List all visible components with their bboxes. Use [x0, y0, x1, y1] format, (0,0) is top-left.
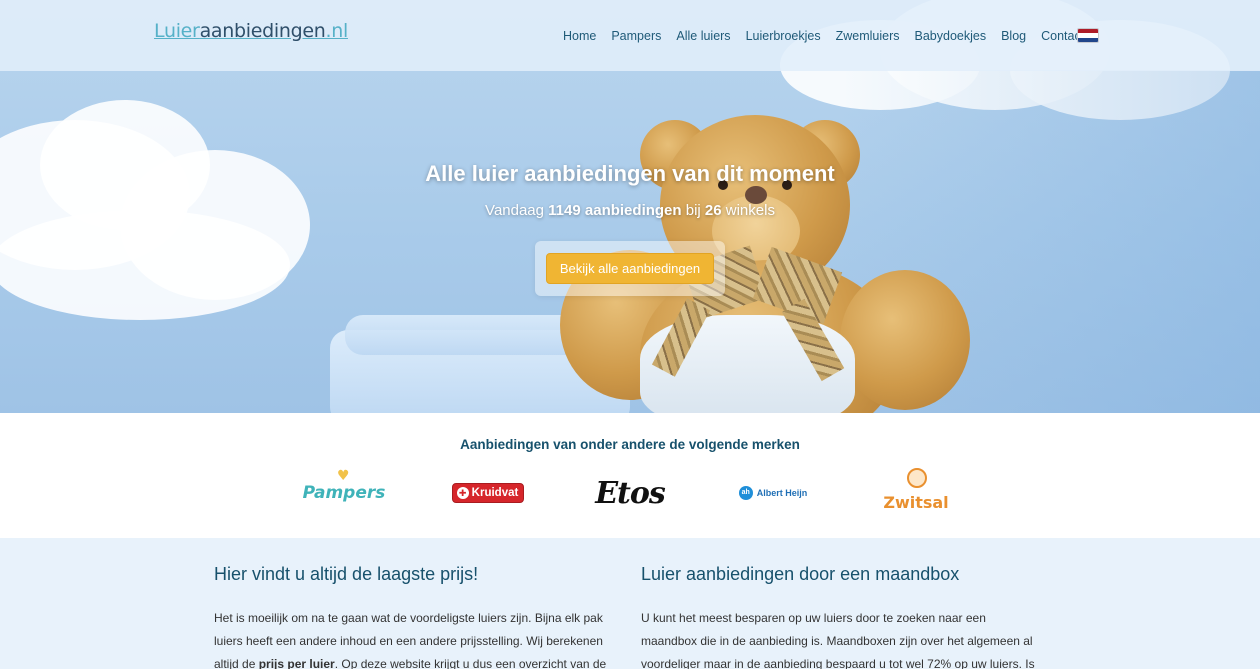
lowest-price-heading: Hier vindt u altijd de laagste prijs! [214, 564, 479, 584]
lowest-price-text: Het is moeilijk om na te gaan wat de voo… [214, 611, 607, 669]
content-section: Hier vindt u altijd de laagste prijs! He… [0, 538, 1260, 669]
site-logo[interactable]: Luieraanbiedingen.nl [154, 20, 348, 42]
nav-home[interactable]: Home [563, 29, 596, 43]
cta-container: Bekijk alle aanbiedingen [535, 241, 725, 296]
nav-zwemluiers[interactable]: Zwemluiers [836, 29, 900, 43]
top-navigation-bar: Luieraanbiedingen.nl Home Pampers Alle l… [0, 0, 1260, 71]
zwitsal-logo[interactable]: Zwitsal [883, 468, 949, 516]
lowest-price-column: Hier vindt u altijd de laagste prijs! He… [214, 564, 614, 669]
albert-heijn-logo[interactable]: ah Albert Heijn [735, 470, 811, 516]
logo-text-tld: .nl [325, 20, 349, 42]
nav-pampers[interactable]: Pampers [611, 29, 661, 43]
logo-text-luier: Luier [154, 20, 200, 42]
etos-logo[interactable]: Etos [595, 470, 666, 516]
logo-text-aanbiedingen: aanbiedingen [199, 20, 326, 42]
albert-heijn-icon: ah [738, 486, 753, 500]
pampers-logo[interactable]: ♥ Pampers [303, 468, 386, 516]
kruidvat-logo[interactable]: ✚ Kruidvat [451, 470, 524, 516]
kruidvat-icon: ✚ [456, 487, 469, 499]
brands-section: Aanbiedingen van onder andere de volgend… [0, 413, 1260, 538]
nav-alle-luiers[interactable]: Alle luiers [676, 29, 730, 43]
monthly-box-heading: Luier aanbiedingen door een maandbox [641, 564, 960, 584]
view-all-offers-button[interactable]: Bekijk alle aanbiedingen [546, 253, 714, 284]
monthly-box-column: Luier aanbiedingen door een maandbox U k… [641, 564, 1041, 669]
nav-babydoekjes[interactable]: Babydoekjes [915, 29, 987, 43]
monthly-box-text: U kunt het meest besparen op uw luiers d… [641, 611, 1035, 669]
baby-face-icon [907, 468, 927, 488]
netherlands-flag-icon[interactable] [1077, 28, 1099, 43]
shop-count: 26 [704, 202, 722, 219]
hero-banner: Luieraanbiedingen.nl Home Pampers Alle l… [0, 0, 1260, 413]
nav-blog[interactable]: Blog [1001, 29, 1026, 43]
hero-subtitle: Vandaag 1149 aanbiedingen bij 26 winkels [485, 202, 775, 219]
nav-luierbroekjes[interactable]: Luierbroekjes [746, 29, 821, 43]
hero-title: Alle luier aanbiedingen van dit moment [425, 161, 835, 186]
main-nav: Home Pampers Alle luiers Luierbroekjes Z… [563, 29, 1099, 43]
brands-title: Aanbiedingen van onder andere de volgend… [460, 437, 800, 452]
offer-count: 1149 aanbiedingen [548, 202, 682, 219]
heart-icon: ♥ [337, 468, 350, 484]
